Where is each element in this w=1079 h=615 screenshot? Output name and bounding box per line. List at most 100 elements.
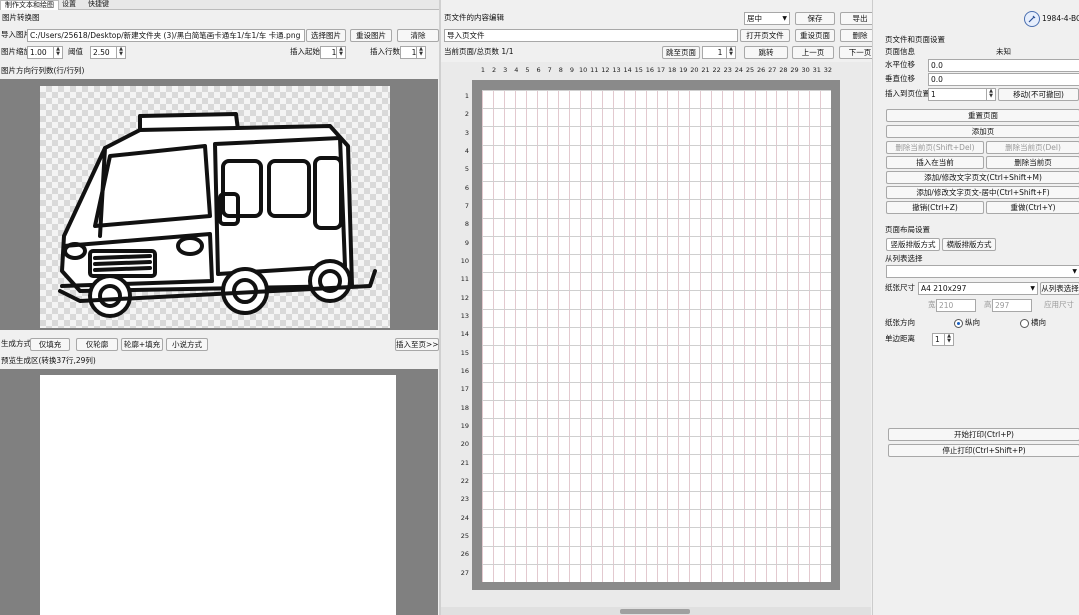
alignment-select[interactable]: 居中 ▼ (744, 12, 790, 25)
threshold-spin-icon[interactable]: ▲ ▼ (116, 47, 125, 58)
ruler-col-number: 29 (790, 66, 799, 74)
scale-spin-icon[interactable]: ▲ ▼ (53, 47, 62, 58)
outline-only-button[interactable]: 仅轮廓 (76, 338, 118, 351)
tab-edit[interactable]: 制作文本和绘图 (0, 0, 59, 10)
right-section-title: 页文件和页面设置 (885, 35, 945, 44)
import-page-field[interactable]: 导入页文件 (444, 29, 738, 42)
ruler-col-number: 17 (656, 66, 666, 74)
select-image-button[interactable]: 选择图片 (306, 29, 346, 42)
apply-size-label: 应用尺寸 (1044, 300, 1074, 309)
insert-position-input[interactable]: 1 ▲ ▼ (928, 88, 996, 101)
paper-size-label: 纸张尺寸 (885, 283, 915, 292)
chevron-down-icon: ▼ (782, 15, 787, 22)
custom-size-label: 从列表选择 (885, 254, 923, 263)
margin-label: 单边距离 (885, 334, 915, 343)
paper-size-select[interactable]: A4 210x297 ▼ (918, 282, 1038, 295)
delete-current-shift-button[interactable]: 删除当前页(Shift+Del) (886, 141, 984, 154)
ruler-col-number: 12 (601, 66, 610, 74)
threshold-input[interactable]: 2.50 ▲ ▼ (90, 46, 126, 59)
redo-button[interactable]: 重做(Ctrl+Y) (986, 201, 1079, 214)
height-input[interactable]: 297 (992, 299, 1032, 312)
insert-position-spin-icon[interactable]: ▲ ▼ (986, 89, 995, 100)
ruler-row-number: 22 (460, 477, 469, 485)
insert-to-page-button[interactable]: 插入至页>> (395, 338, 439, 351)
ruler-col-number: 9 (569, 66, 575, 74)
orientation-portrait-radio[interactable] (954, 319, 963, 328)
orientation-label: 纸张方向 (885, 318, 915, 327)
fill-only-button[interactable]: 仅填充 (30, 338, 70, 351)
ruler-col-number: 20 (690, 66, 699, 74)
horizontal-offset-input[interactable]: 0.0 (928, 59, 1079, 72)
jump-button[interactable]: 跳转 (744, 46, 788, 59)
prev-page-button[interactable]: 上一页 (792, 46, 834, 59)
image-path-field[interactable]: C:/Users/25618/Desktop/新建文件夹 (3)/黑白简笔画卡通… (27, 29, 305, 42)
goto-page-input[interactable]: 1 ▲ ▼ (702, 46, 736, 59)
clear-image-button[interactable]: 清除 (397, 29, 439, 42)
print-button[interactable]: 开始打印(Ctrl+P) (888, 428, 1079, 441)
vertical-offset-input[interactable]: 0.0 (928, 73, 1079, 86)
page-info-label: 页面信息 (885, 47, 915, 56)
margin-spin-icon[interactable]: ▲ ▼ (944, 334, 953, 345)
page-canvas[interactable] (482, 90, 831, 582)
undo-button[interactable]: 撤销(Ctrl+Z) (886, 201, 984, 214)
page-info: 当前页面/总页数 1/1 (444, 47, 514, 56)
page-scroll-thumb[interactable] (620, 609, 690, 614)
add-edit-text-button[interactable]: 添加/修改文字页文(Ctrl+Shift+M) (886, 171, 1079, 184)
tab-horizontal-layout[interactable]: 横版排版方式 (942, 238, 996, 251)
ruler-row-number: 16 (460, 367, 469, 375)
insert-row-spin-icon[interactable]: ▲ ▼ (416, 47, 425, 58)
insert-position-label: 插入到页位置 (885, 89, 930, 98)
ruler-row-number: 9 (464, 238, 469, 247)
insert-start-spin-icon[interactable]: ▲ ▼ (336, 47, 345, 58)
app-id: 1984-4-BCD (1042, 14, 1079, 23)
goto-spin-icon[interactable]: ▲ ▼ (726, 47, 735, 58)
stop-print-button[interactable]: 停止打印(Ctrl+Shift+P) (888, 444, 1079, 457)
insert-row-input[interactable]: 1 ▲ ▼ (400, 46, 426, 59)
horizontal-ruler: 1 2 3 4 5 6 7 8 9 10 11 12 13 14 15 16 17 18 19 20 21 22 23 24 2… (478, 66, 834, 76)
result-canvas (40, 375, 396, 615)
app-logo-icon[interactable] (1024, 11, 1040, 27)
scale-input[interactable]: 1.00 ▲ ▼ (27, 46, 63, 59)
open-page-file-button[interactable]: 打开页文件 (740, 29, 790, 42)
chevron-down-icon: ▼ (1030, 285, 1035, 292)
reset-page-button[interactable]: 重设页面 (795, 29, 835, 42)
preset-select[interactable]: ▼ (886, 265, 1079, 278)
result-title: 预览生成区(转换37行,29列) (1, 356, 96, 365)
ruler-row-number: 23 (460, 495, 469, 504)
outline-fill-button[interactable]: 轮廓+填充 (121, 338, 163, 351)
insert-start-label: 插入起始 (290, 47, 320, 56)
insert-row-label: 插入行数 (370, 47, 400, 56)
insert-at-current-button[interactable]: 插入在当前 (886, 156, 984, 169)
left-section-title: 图片转换图 (2, 13, 40, 22)
novel-mode-button[interactable]: 小说方式 (166, 338, 208, 351)
select-from-list-button[interactable]: 从列表选择 (1040, 282, 1079, 295)
save-button[interactable]: 保存 (795, 12, 835, 25)
width-input[interactable]: 210 (936, 299, 976, 312)
height-label: 高 (984, 300, 992, 309)
tab-vertical-layout[interactable]: 竖版排版方式 (886, 238, 940, 251)
delete-current-del-button[interactable]: 删除当前页(Del) (986, 141, 1079, 154)
chevron-down-icon: ▼ (1072, 268, 1077, 275)
ruler-col-number: 22 (712, 66, 721, 74)
margin-input[interactable]: 1 ▲ ▼ (932, 333, 954, 346)
add-page-button[interactable]: 添加页 (886, 125, 1079, 138)
tab-settings[interactable]: 设置 (58, 0, 80, 9)
tab-shortcuts[interactable]: 快捷键 (84, 0, 113, 9)
ruler-row-number: 25 (460, 532, 469, 540)
mode-label: 生成方式 (1, 339, 31, 348)
reset-page-layout-button[interactable]: 重置页面 (886, 109, 1079, 122)
delete-page-current-button[interactable]: 删除当前页 (986, 156, 1079, 169)
vertical-offset-label: 垂直位移 (885, 74, 915, 83)
reset-image-button[interactable]: 重设图片 (350, 29, 392, 42)
orientation-landscape-radio[interactable] (1020, 319, 1029, 328)
middle-section-title: 页文件的内容编辑 (444, 13, 504, 22)
ruler-row-number: 15 (460, 348, 469, 357)
ruler-row-number: 12 (460, 293, 469, 302)
preview-title: 图片方向行列数(行/行列) (1, 66, 85, 75)
ruler-col-number: 16 (645, 66, 655, 74)
move-page-button[interactable]: 移动(不可撤回) (998, 88, 1079, 101)
insert-start-input[interactable]: 1 ▲ ▼ (320, 46, 346, 59)
ruler-col-number: 3 (503, 66, 508, 74)
add-edit-text-center-button[interactable]: 添加/修改文字页文-居中(Ctrl+Shift+F) (886, 186, 1079, 199)
page-grid (482, 90, 831, 582)
